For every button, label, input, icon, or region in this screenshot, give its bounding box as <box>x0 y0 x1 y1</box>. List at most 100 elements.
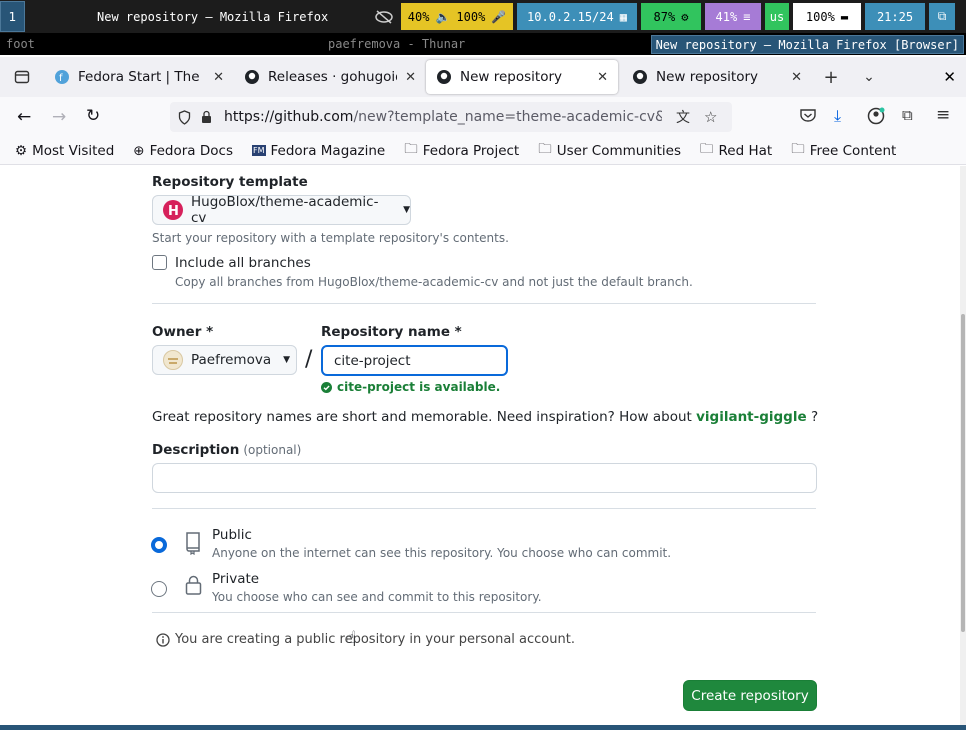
inspiration-text: Great repository names are short and mem… <box>152 409 818 425</box>
hugoblox-avatar-icon: H <box>163 200 183 220</box>
url-text[interactable]: https://github.com/new?template_name=the… <box>224 109 662 125</box>
microphone-icon: 🎤 <box>491 9 507 24</box>
tab-fedora-start[interactable]: f Fedora Start | The Fedora ✕ <box>44 60 234 94</box>
gear-icon: ⚙ <box>15 142 28 159</box>
info-message: You are creating a public repository in … <box>156 632 575 647</box>
create-repository-button[interactable]: Create repository <box>683 680 817 711</box>
bookmark-label: Red Hat <box>718 142 773 159</box>
bookmark-fedora-project[interactable]: 🗀 Fedora Project <box>404 139 519 162</box>
window-switch-icon[interactable]: ⧉ <box>929 3 955 30</box>
template-hint: Start your repository with a template re… <box>152 231 509 245</box>
tab-bar: f Fedora Start | The Fedora ✕ Releases ·… <box>0 57 966 97</box>
folder-icon: 🗀 <box>700 141 714 157</box>
suggestion-link[interactable]: vigilant-giggle <box>696 409 807 425</box>
public-radio[interactable] <box>151 537 167 553</box>
back-arrow-icon[interactable]: ← <box>17 107 31 127</box>
check-circle-icon <box>321 381 332 393</box>
window-border <box>0 725 966 730</box>
lock-icon[interactable] <box>201 110 212 124</box>
page-scrollbar[interactable] <box>960 166 966 726</box>
path-separator: / <box>305 347 313 372</box>
tab-label: New repository <box>656 69 759 85</box>
audio-status[interactable]: 40% 🔈 100% 🎤 <box>401 3 513 30</box>
bookmark-user-communities[interactable]: 🗀 User Communities <box>538 139 681 162</box>
divider <box>152 303 816 304</box>
close-tab-icon[interactable]: ✕ <box>213 70 224 85</box>
repository-name-label: Repository name * <box>321 324 462 340</box>
new-tab-icon[interactable]: + <box>812 67 850 88</box>
firefox-view-icon[interactable] <box>0 69 44 85</box>
scrollbar-thumb[interactable] <box>961 314 965 632</box>
tab-list-chevron-icon[interactable]: ⌄ <box>850 69 888 85</box>
template-label: Repository template <box>152 174 308 190</box>
cpu-status: 87% ⚙ <box>641 3 701 30</box>
folder-icon: 🗀 <box>404 141 418 157</box>
bookmarks-toolbar: ⚙ Most Visited ⊕ Fedora Docs FM Fedora Maga… <box>0 137 966 165</box>
pocket-icon[interactable] <box>800 108 816 122</box>
availability-message: cite-project is available. <box>321 380 500 394</box>
foot-window-title[interactable]: foot <box>6 37 35 51</box>
include-branches-checkbox[interactable] <box>152 255 167 270</box>
keyboard-layout[interactable]: us <box>765 3 789 30</box>
translate-icon[interactable]: 文 <box>676 107 690 127</box>
shield-icon[interactable] <box>178 109 191 125</box>
lock-icon <box>185 575 202 595</box>
tab-new-repository[interactable]: New repository ✕ <box>622 60 812 94</box>
tab-new-repository-active[interactable]: New repository ✕ <box>426 60 618 94</box>
menu-icon[interactable]: ≡ <box>936 105 950 125</box>
forward-arrow-icon[interactable]: → <box>52 107 66 127</box>
private-label[interactable]: Private <box>212 571 259 587</box>
close-tab-icon[interactable]: ✕ <box>791 70 802 85</box>
bookmark-free-content[interactable]: 🗀 Free Content <box>791 139 896 162</box>
description-label: Description <box>152 442 240 458</box>
memory-value: 41% <box>715 9 738 24</box>
bookmark-red-hat[interactable]: 🗀 Red Hat <box>700 139 772 162</box>
info-icon <box>156 632 170 647</box>
speaker-icon: 🔈 <box>435 9 451 24</box>
workspace-indicator[interactable]: 1 <box>0 1 25 32</box>
private-radio[interactable] <box>151 581 167 597</box>
inspiration-sentence: Great repository names are short and mem… <box>152 409 692 425</box>
repository-name-value: cite-project <box>334 352 411 369</box>
bookmark-fedora-docs[interactable]: ⊕ Fedora Docs <box>133 143 233 159</box>
repository-name-input[interactable]: cite-project <box>321 345 508 376</box>
public-label[interactable]: Public <box>212 527 252 543</box>
owner-select[interactable]: Paefremova ▼ <box>152 345 297 375</box>
bookmark-star-icon[interactable]: ☆ <box>704 108 717 126</box>
extensions-icon[interactable]: ⧉ <box>902 106 913 124</box>
firefox-window-title[interactable]: New repository — Mozilla Firefox [Browse… <box>650 35 964 54</box>
close-tab-icon[interactable]: ✕ <box>405 70 416 85</box>
fedora-favicon-icon: f <box>54 69 70 85</box>
template-select[interactable]: H HugoBlox/theme-academic-cv ▼ <box>152 194 411 226</box>
downloads-icon[interactable]: ⤓ <box>834 106 841 126</box>
tab-label: Releases · gohugoio/hugo <box>268 69 397 85</box>
memory-icon: ≡ <box>743 9 751 24</box>
url-host: https://github.com <box>224 109 354 125</box>
tab-releases[interactable]: Releases · gohugoio/hugo ✕ <box>234 60 426 94</box>
github-favicon-icon <box>632 69 648 85</box>
folder-icon: 🗀 <box>538 141 552 157</box>
repo-public-icon <box>184 531 202 555</box>
close-window-icon[interactable]: ✕ <box>943 68 956 86</box>
battery-icon: ▬ <box>840 9 849 24</box>
bookmark-fedora-magazine[interactable]: FM Fedora Magazine <box>251 143 385 159</box>
memory-status: 41% ≡ <box>705 3 761 30</box>
url-bar[interactable]: https://github.com/new?template_name=the… <box>170 102 732 132</box>
description-input[interactable] <box>152 463 817 493</box>
window-title: New repository — Mozilla Firefox <box>97 9 329 24</box>
tab-label: New repository <box>460 69 563 85</box>
include-branches-hint: Copy all branches from HugoBlox/theme-ac… <box>175 275 693 289</box>
account-icon[interactable] <box>867 107 885 125</box>
magazine-icon: FM <box>251 145 266 156</box>
github-favicon-icon <box>244 69 260 85</box>
clock: 21:25 <box>865 3 925 30</box>
private-hint: You choose who can see and commit to thi… <box>212 590 542 604</box>
battery-value: 100% <box>805 9 835 24</box>
include-branches-label[interactable]: Include all branches <box>175 255 311 271</box>
close-tab-icon[interactable]: ✕ <box>597 70 608 85</box>
bookmark-most-visited[interactable]: ⚙ Most Visited <box>15 143 114 159</box>
thunar-window-title[interactable]: paefremova - Thunar <box>328 37 465 51</box>
reload-icon[interactable]: ↻ <box>86 106 100 126</box>
network-status[interactable]: 10.0.2.15/24 ▦ <box>517 3 637 30</box>
bookmark-label: User Communities <box>556 142 682 159</box>
